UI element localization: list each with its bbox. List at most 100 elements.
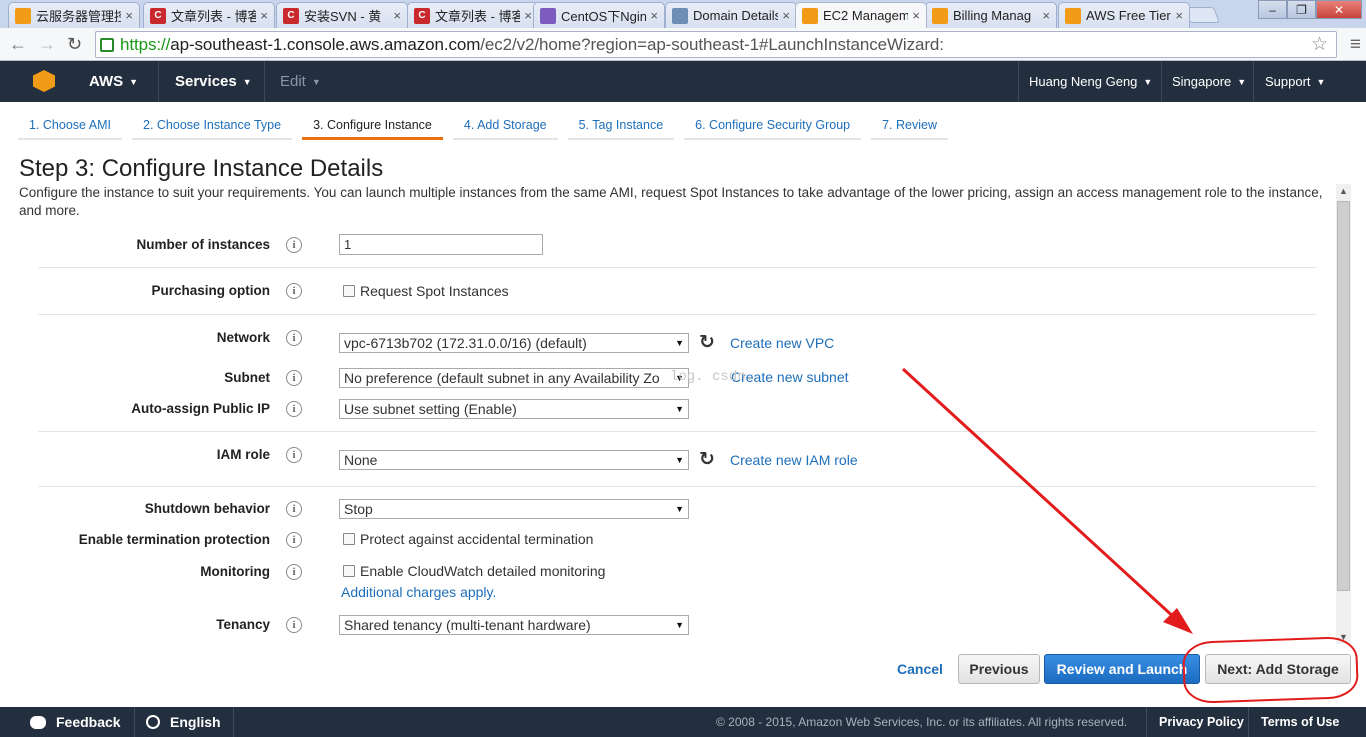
checkbox-box[interactable] [343, 565, 355, 577]
refresh-icon[interactable]: ↻ [699, 448, 715, 471]
label-network: Network [216, 330, 270, 345]
window-close-icon[interactable]: ✕ [1316, 0, 1362, 19]
info-icon[interactable]: i [286, 564, 302, 580]
browser-tab-strip: – ❐ ✕ 云服务器管理控制台×C文章列表 - 博客×C安装SVN - 黄×C文… [0, 0, 1366, 28]
cloudwatch-monitoring-checkbox[interactable]: Enable CloudWatch detailed monitoring [343, 563, 605, 579]
info-icon[interactable]: i [286, 370, 302, 386]
browser-toolbar: ← → ↻ https://ap-southeast-1.console.aws… [0, 28, 1366, 61]
tab-close-icon[interactable]: × [782, 8, 790, 23]
termination-protection-checkbox[interactable]: Protect against accidental termination [343, 531, 593, 547]
terms-of-use-link[interactable]: Terms of Use [1261, 715, 1339, 729]
aws-menu[interactable]: AWS ▼ [89, 61, 138, 102]
support-menu-label: Support [1265, 74, 1311, 89]
privacy-policy-link[interactable]: Privacy Policy [1159, 715, 1244, 729]
review-and-launch-button[interactable]: Review and Launch [1044, 654, 1200, 684]
nav-divider [1018, 61, 1019, 102]
forward-icon[interactable]: → [38, 34, 56, 55]
edit-menu[interactable]: Edit ▼ [280, 61, 321, 102]
browser-tab[interactable]: 云服务器管理控制台 × [8, 2, 140, 28]
info-icon[interactable]: i [286, 501, 302, 517]
nav-divider [1253, 61, 1254, 102]
row-divider [38, 431, 1316, 432]
network-select[interactable]: vpc-6713b702 (172.31.0.0/16) (default) ▼ [339, 333, 689, 353]
wizard-step-2[interactable]: 2. Choose Instance Type [132, 112, 293, 140]
cloud-icon [15, 7, 31, 24]
shutdown-behavior-select[interactable]: Stop ▼ [339, 499, 689, 519]
tab-close-icon[interactable]: × [912, 8, 920, 23]
cancel-button[interactable]: Cancel [897, 661, 943, 677]
bookmark-star-icon[interactable]: ☆ [1311, 33, 1328, 56]
scroll-up-icon[interactable]: ▲ [1339, 186, 1348, 196]
user-menu[interactable]: Huang Neng Geng ▼ [1029, 61, 1152, 102]
create-new-vpc-link[interactable]: Create new VPC [730, 335, 834, 351]
dropdown-arrow-icon: ▼ [675, 501, 684, 517]
reload-icon[interactable]: ↻ [67, 34, 82, 55]
refresh-icon[interactable]: ↻ [699, 331, 715, 354]
chevron-down-icon: ▼ [129, 76, 139, 87]
info-icon[interactable]: i [286, 447, 302, 463]
minimize-icon[interactable]: – [1258, 0, 1287, 19]
wizard-step-7[interactable]: 7. Review [871, 112, 948, 140]
tab-close-icon[interactable]: × [393, 8, 401, 23]
wizard-step-4[interactable]: 4. Add Storage [452, 112, 558, 140]
subnet-select[interactable]: No preference (default subnet in any Ava… [339, 368, 689, 388]
browser-tab[interactable]: C 文章列表 - 博客 × [407, 2, 539, 28]
iam-role-select[interactable]: None ▼ [339, 450, 689, 470]
label-tenancy: Tenancy [216, 617, 270, 632]
checkbox-box[interactable] [343, 533, 355, 545]
wizard-step-5[interactable]: 5. Tag Instance [567, 112, 675, 140]
label-shutdown-behavior: Shutdown behavior [144, 501, 270, 516]
tab-close-icon[interactable]: × [260, 8, 268, 23]
address-bar[interactable]: https://ap-southeast-1.console.aws.amazo… [95, 31, 1337, 58]
url-host: ap-southeast-1.console.aws.amazon.com [170, 34, 481, 54]
tab-close-icon[interactable]: × [524, 8, 532, 23]
edit-menu-label: Edit [280, 73, 306, 90]
tab-close-icon[interactable]: × [125, 8, 133, 23]
tenancy-select[interactable]: Shared tenancy (multi-tenant hardware) ▼ [339, 615, 689, 635]
aws-box-icon [1065, 7, 1081, 24]
csdn-icon: C [150, 7, 166, 24]
chevron-down-icon: ▼ [1143, 76, 1153, 87]
maximize-icon[interactable]: ❐ [1287, 0, 1316, 19]
content-scrollbar[interactable]: ▲ ▼ [1336, 184, 1351, 644]
nav-divider [1161, 61, 1162, 102]
services-menu[interactable]: Services ▼ [175, 61, 252, 102]
request-spot-checkbox[interactable]: Request Spot Instances [343, 283, 509, 299]
browser-tab[interactable]: AWS Free Tier × [1058, 2, 1190, 28]
checkbox-box[interactable] [343, 285, 355, 297]
support-menu[interactable]: Support ▼ [1265, 61, 1325, 102]
browser-menu-icon[interactable]: ≡ [1350, 34, 1361, 56]
wizard-step-1[interactable]: 1. Choose AMI [18, 112, 122, 140]
tab-close-icon[interactable]: × [650, 8, 658, 23]
aws-logo-icon[interactable] [33, 70, 55, 92]
scrollbar-thumb[interactable] [1337, 201, 1350, 591]
browser-tab[interactable]: C 安装SVN - 黄 × [276, 2, 408, 28]
browser-tab[interactable]: CentOS下Nginx × [533, 2, 665, 28]
browser-tab-title: 云服务器管理控制台 [36, 9, 121, 24]
info-icon[interactable]: i [286, 283, 302, 299]
info-icon[interactable]: i [286, 617, 302, 633]
wizard-step-3[interactable]: 3. Configure Instance [302, 112, 443, 140]
info-icon[interactable]: i [286, 532, 302, 548]
info-icon[interactable]: i [286, 401, 302, 417]
info-icon[interactable]: i [286, 237, 302, 253]
wizard-step-6[interactable]: 6. Configure Security Group [684, 112, 862, 140]
previous-button[interactable]: Previous [958, 654, 1040, 684]
wizard-steps: 1. Choose AMI 2. Choose Instance Type 3. C… [18, 112, 958, 140]
tab-close-icon[interactable]: × [1042, 8, 1050, 23]
info-icon[interactable]: i [286, 330, 302, 346]
create-new-iam-role-link[interactable]: Create new IAM role [730, 452, 858, 468]
number-of-instances-input[interactable]: 1 [339, 234, 543, 255]
browser-tab[interactable]: EC2 Manageme × [795, 2, 927, 28]
language-selector[interactable]: English [146, 714, 221, 730]
additional-charges-link[interactable]: Additional charges apply. [341, 584, 496, 600]
auto-assign-ip-select[interactable]: Use subnet setting (Enable) ▼ [339, 399, 689, 419]
region-menu[interactable]: Singapore ▼ [1172, 61, 1246, 102]
browser-tab[interactable]: Billing Manag × [925, 2, 1057, 28]
back-icon[interactable]: ← [9, 34, 27, 55]
browser-tab[interactable]: C 文章列表 - 博客 × [143, 2, 275, 28]
tab-close-icon[interactable]: × [1175, 8, 1183, 23]
feedback-link[interactable]: Feedback [30, 714, 121, 730]
browser-tab[interactable]: Domain Details × [665, 2, 797, 28]
url-text: https://ap-southeast-1.console.aws.amazo… [120, 35, 944, 55]
